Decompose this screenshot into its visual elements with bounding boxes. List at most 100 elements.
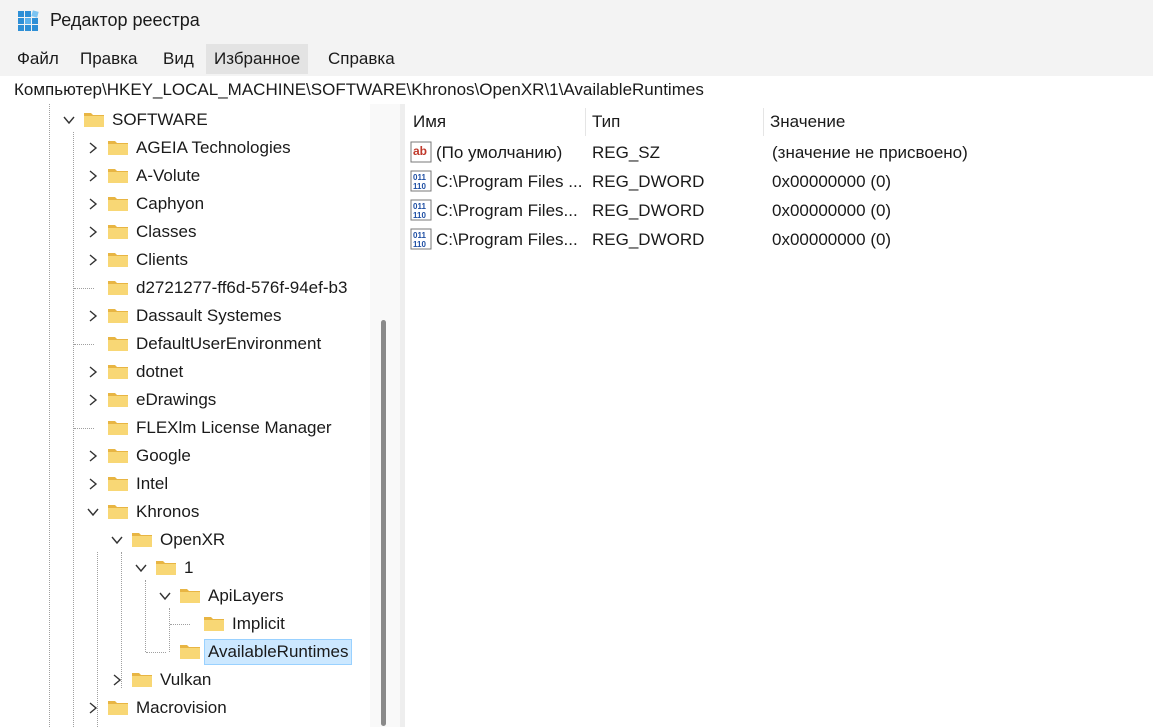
tree-scrollbar[interactable] — [370, 104, 400, 727]
menu-favorites[interactable]: Избранное — [206, 44, 309, 74]
tree-item-label[interactable]: dotnet — [136, 358, 183, 386]
value-row[interactable]: ab (По умолчанию) REG_SZ (значение не присв… — [405, 140, 1153, 169]
value-name[interactable]: C:\Program Files... — [436, 230, 578, 250]
tree-item-label[interactable]: 1 — [184, 554, 193, 582]
tree-item-label[interactable]: Implicit — [232, 610, 285, 638]
tree-item-label[interactable]: ApiLayers — [208, 582, 284, 610]
tree-item-label[interactable]: AvailableRuntimes — [204, 639, 353, 665]
tree-guide-line — [146, 652, 166, 653]
column-value-header[interactable]: Значение — [770, 112, 845, 132]
tree-item[interactable]: Intel — [0, 470, 370, 498]
title-bar: Редактор реестра — [0, 0, 1153, 42]
binary-value-icon: 011110 — [410, 170, 432, 192]
tree-item[interactable]: A-Volute — [0, 162, 370, 190]
value-name[interactable]: C:\Program Files ... — [436, 172, 582, 192]
tree-item-label[interactable]: eDrawings — [136, 386, 216, 414]
tree-item[interactable]: eDrawings — [0, 386, 370, 414]
binary-value-icon: 011110 — [410, 199, 432, 221]
tree-item-label[interactable]: SOFTWARE — [112, 106, 208, 134]
svg-text:011: 011 — [413, 202, 426, 211]
chevron-down-icon[interactable] — [135, 562, 147, 574]
value-name[interactable]: C:\Program Files... — [436, 201, 578, 221]
tree-item-label[interactable]: AGEIA Technologies — [136, 134, 291, 162]
tree-item[interactable]: OpenXR — [0, 526, 370, 554]
value-row[interactable]: 011 110 C:\Program Files... REG_DWORD 0x0000… — [405, 198, 1153, 227]
tree-item[interactable]: ApiLayers — [0, 582, 370, 610]
tree-item[interactable]: Khronos — [0, 498, 370, 526]
tree-item-label[interactable]: Caphyon — [136, 190, 204, 218]
folder-icon — [108, 225, 128, 239]
registry-editor-icon — [18, 10, 39, 31]
tree-item-label[interactable]: Khronos — [136, 498, 199, 526]
tree-item[interactable]: dotnet — [0, 358, 370, 386]
tree-item-label[interactable]: d2721277-ff6d-576f-94ef-b3 — [136, 274, 347, 302]
folder-icon — [108, 477, 128, 491]
tree-item[interactable]: SOFTWARE — [0, 106, 370, 134]
folder-icon — [108, 141, 128, 155]
value-row[interactable]: 011 110 C:\Program Files... REG_DWORD 0x0000… — [405, 227, 1153, 256]
tree-item[interactable]: Classes — [0, 218, 370, 246]
address-path[interactable]: Компьютер\HKEY_LOCAL_MACHINE\SOFTWARE\Kh… — [14, 80, 704, 100]
chevron-right-icon[interactable] — [87, 142, 99, 154]
address-bar[interactable]: Компьютер\HKEY_LOCAL_MACHINE\SOFTWARE\Kh… — [0, 76, 1153, 105]
tree-item-label[interactable]: OpenXR — [160, 526, 225, 554]
column-type-header[interactable]: Тип — [592, 112, 620, 132]
tree-item-label[interactable]: Intel — [136, 470, 168, 498]
tree-item-label[interactable]: A-Volute — [136, 162, 200, 190]
chevron-right-icon[interactable] — [87, 254, 99, 266]
folder-icon — [108, 337, 128, 351]
menu-view[interactable]: Вид — [155, 44, 202, 74]
tree-item[interactable]: d2721277-ff6d-576f-94ef-b3 — [0, 274, 370, 302]
tree-item[interactable]: DefaultUserEnvironment — [0, 330, 370, 358]
chevron-down-icon[interactable] — [63, 114, 75, 126]
chevron-right-icon[interactable] — [87, 198, 99, 210]
column-separator[interactable] — [763, 108, 764, 136]
tree-item-label[interactable]: FLEXlm License Manager — [136, 414, 332, 442]
chevron-right-icon[interactable] — [87, 478, 99, 490]
tree-scrollbar-thumb[interactable] — [381, 320, 386, 726]
tree-item-label[interactable]: Dassault Systemes — [136, 302, 282, 330]
value-name[interactable]: (По умолчанию) — [436, 143, 562, 163]
folder-icon — [108, 701, 128, 715]
tree-item[interactable]: Dassault Systemes — [0, 302, 370, 330]
tree-item[interactable]: FLEXlm License Manager — [0, 414, 370, 442]
chevron-down-icon[interactable] — [111, 534, 123, 546]
chevron-right-icon[interactable] — [87, 450, 99, 462]
tree-item[interactable]: Implicit — [0, 610, 370, 638]
folder-icon — [108, 253, 128, 267]
value-type: REG_DWORD — [592, 172, 705, 191]
chevron-right-icon[interactable] — [87, 702, 99, 714]
folder-icon — [108, 281, 128, 295]
tree-item-label[interactable]: Google — [136, 442, 191, 470]
chevron-down-icon[interactable] — [159, 590, 171, 602]
tree-item[interactable]: 1 — [0, 554, 370, 582]
chevron-right-icon[interactable] — [87, 310, 99, 322]
tree-item-label[interactable]: Vulkan — [160, 666, 211, 694]
column-separator[interactable] — [585, 108, 586, 136]
chevron-right-icon[interactable] — [87, 366, 99, 378]
tree-item[interactable]: Caphyon — [0, 190, 370, 218]
value-row[interactable]: 011 110 C:\Program Files ... REG_DWORD 0x000… — [405, 169, 1153, 198]
menu-file[interactable]: Файл — [9, 44, 67, 74]
folder-icon — [108, 505, 128, 519]
chevron-right-icon[interactable] — [111, 674, 123, 686]
tree-item[interactable]: AvailableRuntimes — [0, 638, 370, 666]
chevron-right-icon[interactable] — [87, 394, 99, 406]
values-list: Имя Тип Значение ab (По умолчанию) REG_SZ (… — [405, 104, 1153, 727]
tree-item-label[interactable]: Macrovision — [136, 694, 227, 722]
tree-item[interactable]: Clients — [0, 246, 370, 274]
chevron-down-icon[interactable] — [87, 506, 99, 518]
tree-item[interactable]: Google — [0, 442, 370, 470]
chevron-right-icon[interactable] — [87, 170, 99, 182]
tree-item-label[interactable]: Classes — [136, 218, 196, 246]
folder-icon — [180, 589, 200, 603]
tree-item-label[interactable]: DefaultUserEnvironment — [136, 330, 321, 358]
tree-item[interactable]: Vulkan — [0, 666, 370, 694]
tree-item[interactable]: Macrovision — [0, 694, 370, 722]
tree-item[interactable]: AGEIA Technologies — [0, 134, 370, 162]
tree-item-label[interactable]: Clients — [136, 246, 188, 274]
menu-edit[interactable]: Правка — [72, 44, 145, 74]
chevron-right-icon[interactable] — [87, 226, 99, 238]
menu-help[interactable]: Справка — [320, 44, 403, 74]
column-name-header[interactable]: Имя — [413, 112, 446, 132]
